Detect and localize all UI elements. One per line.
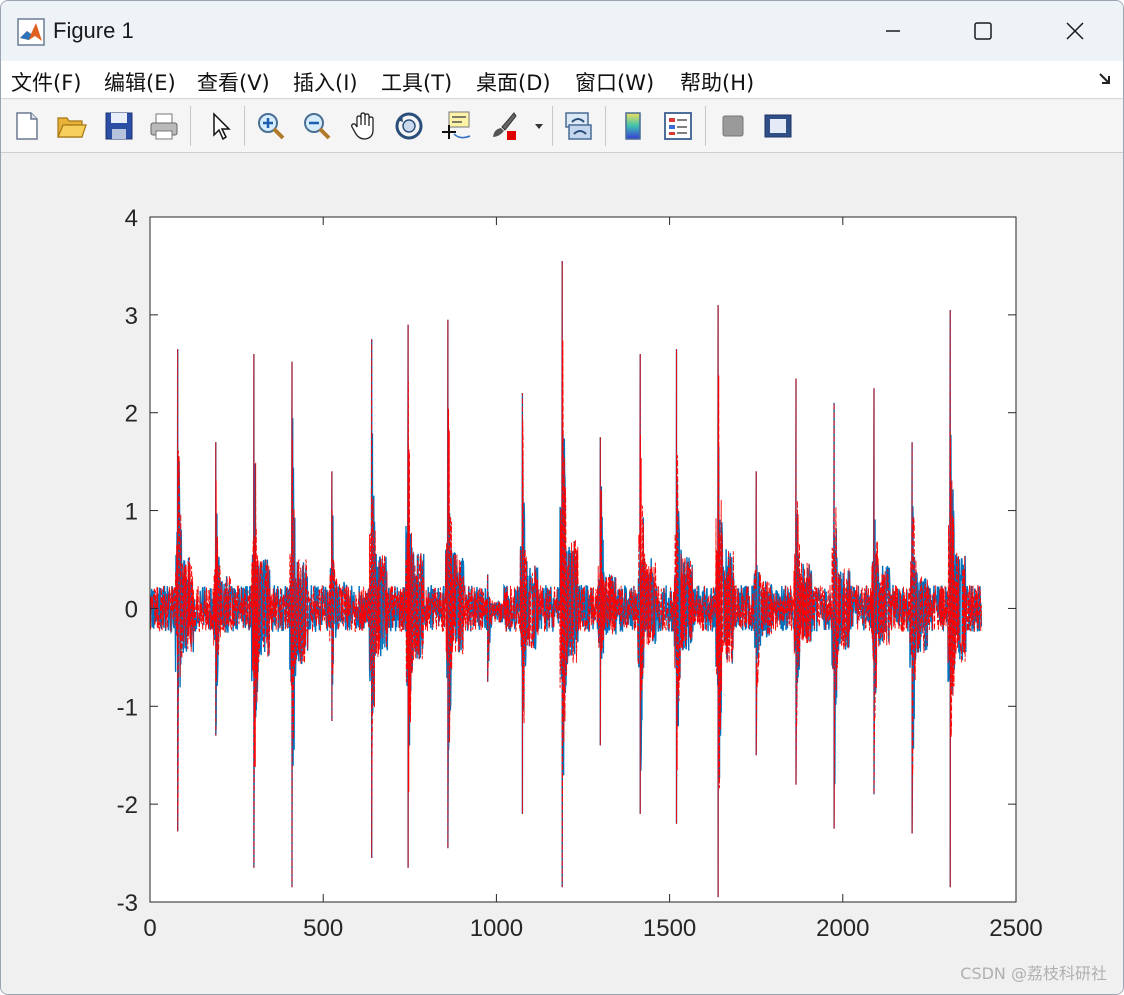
y-tick-label: 2 <box>125 401 138 428</box>
hide-plot-tools-button[interactable] <box>715 108 751 144</box>
brush-dropdown-button[interactable] <box>531 108 547 144</box>
toolbar <box>1 100 1123 153</box>
new-figure-icon <box>16 112 38 140</box>
y-tick-label: 1 <box>125 499 138 526</box>
x-tick-label: 2000 <box>816 915 869 942</box>
rotate-3d-button[interactable] <box>391 108 427 144</box>
insert-colorbar-button[interactable] <box>615 108 651 144</box>
link-plot-button[interactable] <box>560 108 596 144</box>
figure-canvas[interactable]: 0 500 1000 1500 2000 2500 -3 -2 -1 0 1 2 3 4 <box>1 153 1123 994</box>
menu-help[interactable]: 帮助(H) <box>680 67 754 97</box>
minimize-button[interactable] <box>847 1 939 61</box>
print-icon <box>150 113 178 140</box>
colorbar-icon <box>625 112 641 140</box>
link-plot-icon <box>565 112 592 140</box>
menu-view[interactable]: 查看(V) <box>197 67 270 97</box>
show-plot-tools-icon <box>764 114 792 138</box>
y-tick-label: 4 <box>125 205 138 232</box>
matlab-icon <box>17 18 45 46</box>
axes-background[interactable] <box>149 216 1017 903</box>
zoom-in-button[interactable] <box>253 108 289 144</box>
menu-tools[interactable]: 工具(T) <box>381 67 452 97</box>
rotate-3d-icon <box>395 112 423 140</box>
plot-svg: 0 500 1000 1500 2000 2500 -3 -2 -1 0 1 2 3 4 <box>117 205 1043 942</box>
toolbar-separator <box>605 106 606 146</box>
zoom-out-icon <box>304 113 331 140</box>
brush-button[interactable] <box>485 108 521 144</box>
maximize-icon <box>974 22 992 40</box>
hide-plot-tools-icon <box>722 115 744 137</box>
zoom-out-button[interactable] <box>299 108 335 144</box>
data-cursor-button[interactable] <box>438 108 474 144</box>
open-file-icon <box>57 117 87 138</box>
menu-window[interactable]: 窗口(W) <box>575 67 654 97</box>
print-button[interactable] <box>146 108 182 144</box>
dock-arrow-icon[interactable] <box>1097 71 1113 87</box>
y-tick-label: 3 <box>125 303 138 330</box>
toolbar-separator <box>244 106 245 146</box>
x-tick-label: 1000 <box>470 915 523 942</box>
show-plot-tools-button[interactable] <box>760 108 796 144</box>
save-icon <box>105 112 133 140</box>
brush-icon <box>493 112 517 140</box>
insert-legend-button[interactable] <box>660 108 696 144</box>
y-tick-label: -2 <box>117 792 138 819</box>
menu-edit[interactable]: 编辑(E) <box>104 67 176 97</box>
toolbar-separator <box>552 106 553 146</box>
y-tick-label: 0 <box>125 596 138 623</box>
x-tick-label: 500 <box>303 915 343 942</box>
legend-icon <box>664 112 692 140</box>
menu-desktop[interactable]: 桌面(D) <box>476 67 551 97</box>
menu-file[interactable]: 文件(F) <box>11 67 81 97</box>
menu-bar: 文件(F) 编辑(E) 查看(V) 插入(I) 工具(T) 桌面(D) 窗口(W… <box>1 61 1123 99</box>
save-button[interactable] <box>101 108 137 144</box>
toolbar-separator <box>705 106 706 146</box>
zoom-in-icon <box>258 113 285 140</box>
close-icon <box>1066 22 1084 40</box>
close-button[interactable] <box>1029 1 1121 61</box>
edit-plot-button[interactable] <box>202 108 238 144</box>
x-tick-label: 2500 <box>989 915 1042 942</box>
edit-plot-cursor-icon <box>213 112 231 141</box>
pan-button[interactable] <box>346 108 382 144</box>
dropdown-arrow-icon <box>535 124 543 129</box>
menu-insert[interactable]: 插入(I) <box>293 67 358 97</box>
window-title: Figure 1 <box>53 18 134 43</box>
maximize-button[interactable] <box>937 1 1029 61</box>
open-file-button[interactable] <box>53 108 89 144</box>
figure-window: Figure 1 文件(F) 编辑(E) 查看(V) 插入(I) 工具(T) 桌… <box>0 0 1124 995</box>
title-bar[interactable]: Figure 1 <box>1 1 1123 61</box>
x-tick-label: 1500 <box>643 915 696 942</box>
watermark: CSDN @荔枝科研社 <box>960 964 1107 983</box>
y-tick-label: -3 <box>117 890 138 917</box>
minimize-icon <box>886 30 900 32</box>
new-figure-button[interactable] <box>9 108 45 144</box>
toolbar-separator <box>190 106 191 146</box>
x-tick-label: 0 <box>143 915 156 942</box>
data-cursor-icon <box>442 111 471 139</box>
y-tick-label: -1 <box>117 694 138 721</box>
pan-hand-icon <box>351 112 374 140</box>
